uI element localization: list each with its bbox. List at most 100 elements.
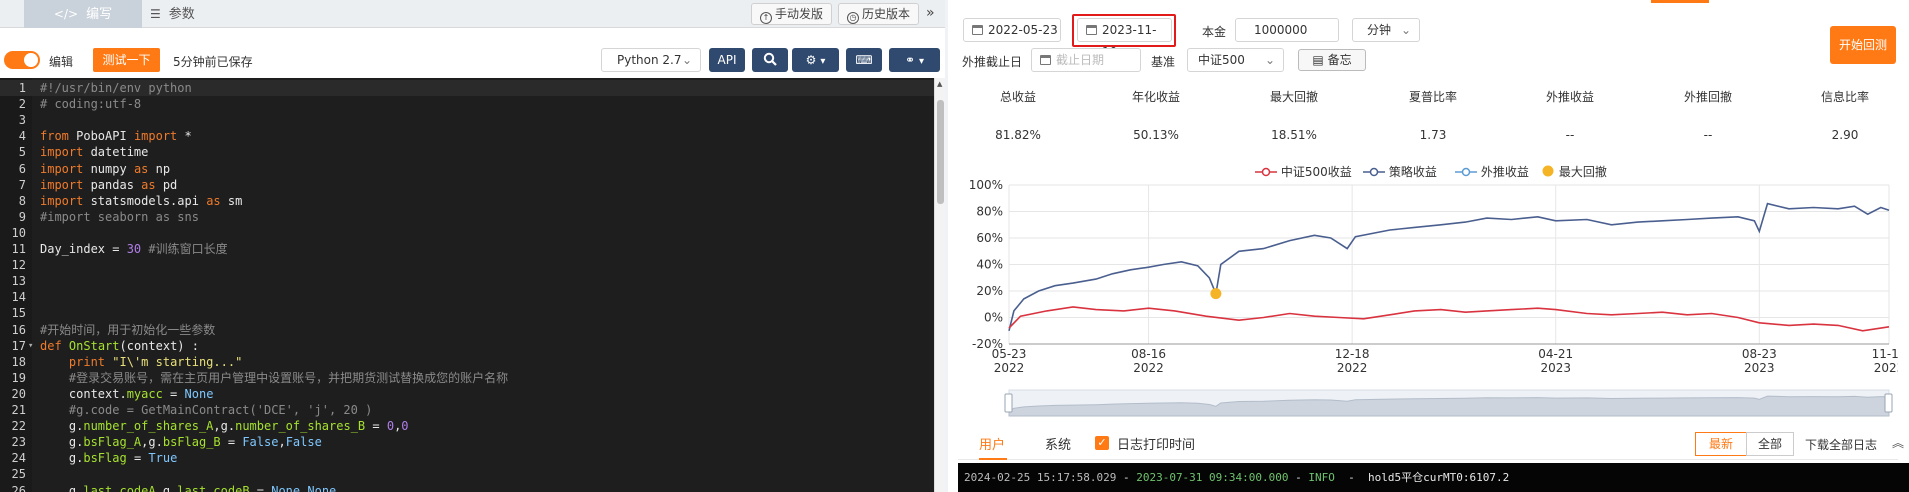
top-accent-bar <box>1651 0 1709 3</box>
upload-icon: ↑ <box>760 12 772 24</box>
stat-value: 1.73 <box>1419 128 1447 142</box>
fold-icon[interactable]: ▾ <box>28 338 33 354</box>
stat-value: 2.90 <box>1831 128 1859 142</box>
line-number: 12 <box>11 258 26 273</box>
active-tab-underline <box>979 458 1007 460</box>
tab-user-log[interactable]: 用户 <box>979 434 1005 453</box>
capital-input[interactable]: 1000000 <box>1235 18 1339 42</box>
code-text: g.bsFlag_A,g.bsFlag_B = False,False <box>40 435 322 450</box>
code-text: #import seaborn as sns <box>40 209 199 224</box>
settings-menu-button[interactable]: ⚙ ▾ <box>792 48 839 72</box>
line-number: 24 <box>11 451 26 466</box>
x-tick-date: 08-23 <box>1742 347 1777 361</box>
strategy-series-line[interactable] <box>1008 202 1890 331</box>
x-tick-date: 12-18 <box>1335 347 1370 361</box>
code-text: def OnStart(context) : <box>40 338 199 353</box>
code-editor[interactable]: 1 #!/usr/bin/env python 2 # coding:utf-8 3 4 f… <box>0 78 934 492</box>
download-logs-link[interactable]: 下载全部日志 <box>1805 436 1877 453</box>
stat-value: 50.13% <box>1133 128 1179 142</box>
range-handle-left[interactable] <box>1004 393 1013 413</box>
x-tick-year: 2023 <box>1744 361 1775 375</box>
chevron-down-icon: ▾ <box>919 56 925 67</box>
search-icon <box>763 52 777 66</box>
double-chevron-up-icon[interactable]: ︽ <box>1892 434 1904 451</box>
range-handle-right[interactable] <box>1884 393 1893 413</box>
stat-value: -- <box>1703 128 1713 142</box>
double-chevron-right-icon[interactable]: » <box>926 5 935 21</box>
code-text: import pandas as pd <box>40 177 178 192</box>
app-root: </> 编写 ☰ 参数 ↑ 手动发版 ◷ 历史版本 » 编辑 测试一下 5分钟前已保存 … <box>0 0 1909 492</box>
y-tick-label: 40% <box>976 258 1003 272</box>
log-separator: - <box>1288 471 1309 484</box>
stat-label: 最大回撤 <box>1269 90 1318 104</box>
tab-code[interactable]: </> 编写 <box>24 0 142 28</box>
line-number: 26 <box>11 483 26 492</box>
csi500-series-line[interactable] <box>1008 306 1890 332</box>
editor-scrollbar[interactable]: ▲ <box>934 78 945 492</box>
calendar-icon <box>1040 55 1051 65</box>
sliders-icon: ☰ <box>150 7 161 21</box>
start-date-input[interactable]: 2022-05-23 <box>963 18 1061 42</box>
python-version-select[interactable]: Python 2.7 ⌄ <box>601 48 701 72</box>
y-tick-label: 100% <box>969 178 1003 192</box>
latest-log-button[interactable]: 最新 <box>1695 432 1747 456</box>
chevron-down-icon: ▾ <box>820 56 826 67</box>
line-number: 5 <box>18 145 26 160</box>
edit-toggle-label: 编辑 <box>49 55 74 69</box>
line-number: 18 <box>11 354 26 369</box>
code-text: # coding:utf-8 <box>40 97 142 112</box>
api-button[interactable]: API <box>709 48 745 72</box>
line-number: 23 <box>11 435 26 450</box>
code-line[interactable]: 1 #!/usr/bin/env python <box>0 80 934 96</box>
tab-params[interactable]: ☰ 参数 <box>150 0 250 28</box>
link-menu-button[interactable]: ⚭ ▾ <box>889 48 940 72</box>
end-date-highlight <box>1072 14 1176 47</box>
log-output: 2024-02-25 15:17:58.029 - 2023-07-31 09:… <box>958 463 1909 492</box>
start-backtest-button[interactable]: 开始回测 <box>1830 26 1896 64</box>
ext-end-date-input[interactable]: 截止日期 <box>1031 48 1141 72</box>
line-number: 13 <box>11 274 26 289</box>
line-number: 19 <box>11 370 26 385</box>
code-icon: </> <box>53 7 79 21</box>
log-separator: - <box>1116 471 1137 484</box>
line-number: 6 <box>18 161 26 176</box>
line-number: 2 <box>18 97 26 112</box>
line-number: 22 <box>11 419 26 434</box>
max-drawdown-marker[interactable] <box>1210 288 1222 300</box>
test-run-button[interactable]: 测试一下 <box>93 48 160 72</box>
code-text: Day_index = 30 #训练窗口长度 <box>40 242 228 256</box>
scrollbar-thumb[interactable] <box>937 100 944 204</box>
frequency-select[interactable]: 分钟 ⌄ <box>1352 18 1420 42</box>
benchmark-select[interactable]: 中证500 ⌄ <box>1187 48 1284 72</box>
code-text: from PoboAPI import * <box>40 129 192 144</box>
search-button[interactable] <box>752 48 788 72</box>
history-version-button[interactable]: ◷ 历史版本 <box>838 3 920 25</box>
chevron-down-icon: ⌄ <box>1400 23 1411 37</box>
code-text: #g.code = GetMainContract('DCE', 'j', 20… <box>40 403 373 417</box>
code-text: g.bsFlag = True <box>40 451 178 466</box>
tab-system-log[interactable]: 系统 <box>1045 434 1071 453</box>
y-tick-label: 60% <box>976 231 1003 245</box>
scroll-up-icon[interactable]: ▲ <box>937 80 942 88</box>
ext-end-label: 外推截止日 <box>962 55 1023 69</box>
editor-tabbar: </> 编写 ☰ 参数 ↑ 手动发版 ◷ 历史版本 » <box>0 0 945 28</box>
line-number: 11 <box>11 242 26 256</box>
line-number: 25 <box>11 467 26 482</box>
x-tick-year: 2022 <box>994 361 1025 375</box>
memo-button[interactable]: ▤ 备忘 <box>1298 49 1366 71</box>
line-number: 10 <box>11 225 26 240</box>
manual-release-button[interactable]: ↑ 手动发版 <box>751 3 833 25</box>
line-number: 20 <box>11 386 26 401</box>
benchmark-label: 基准 <box>1151 55 1176 69</box>
stat-value: -- <box>1565 128 1575 142</box>
x-tick-date: 08-16 <box>1131 347 1166 361</box>
code-text: import datetime <box>40 145 149 160</box>
all-log-button[interactable]: 全部 <box>1746 432 1794 456</box>
returns-chart[interactable]: 100%80%60%40%20%0%-20%05-23202208-162022… <box>958 150 1898 420</box>
keyboard-button[interactable]: ⌨ <box>846 48 882 72</box>
log-message: - hold5平仓curMT0:6107.2 <box>1334 471 1510 484</box>
capital-label: 本金 <box>1202 25 1227 39</box>
stat-label: 信息比率 <box>1820 90 1869 104</box>
edit-toggle[interactable] <box>4 51 40 69</box>
log-time-checkbox[interactable]: ✓ <box>1095 436 1109 450</box>
